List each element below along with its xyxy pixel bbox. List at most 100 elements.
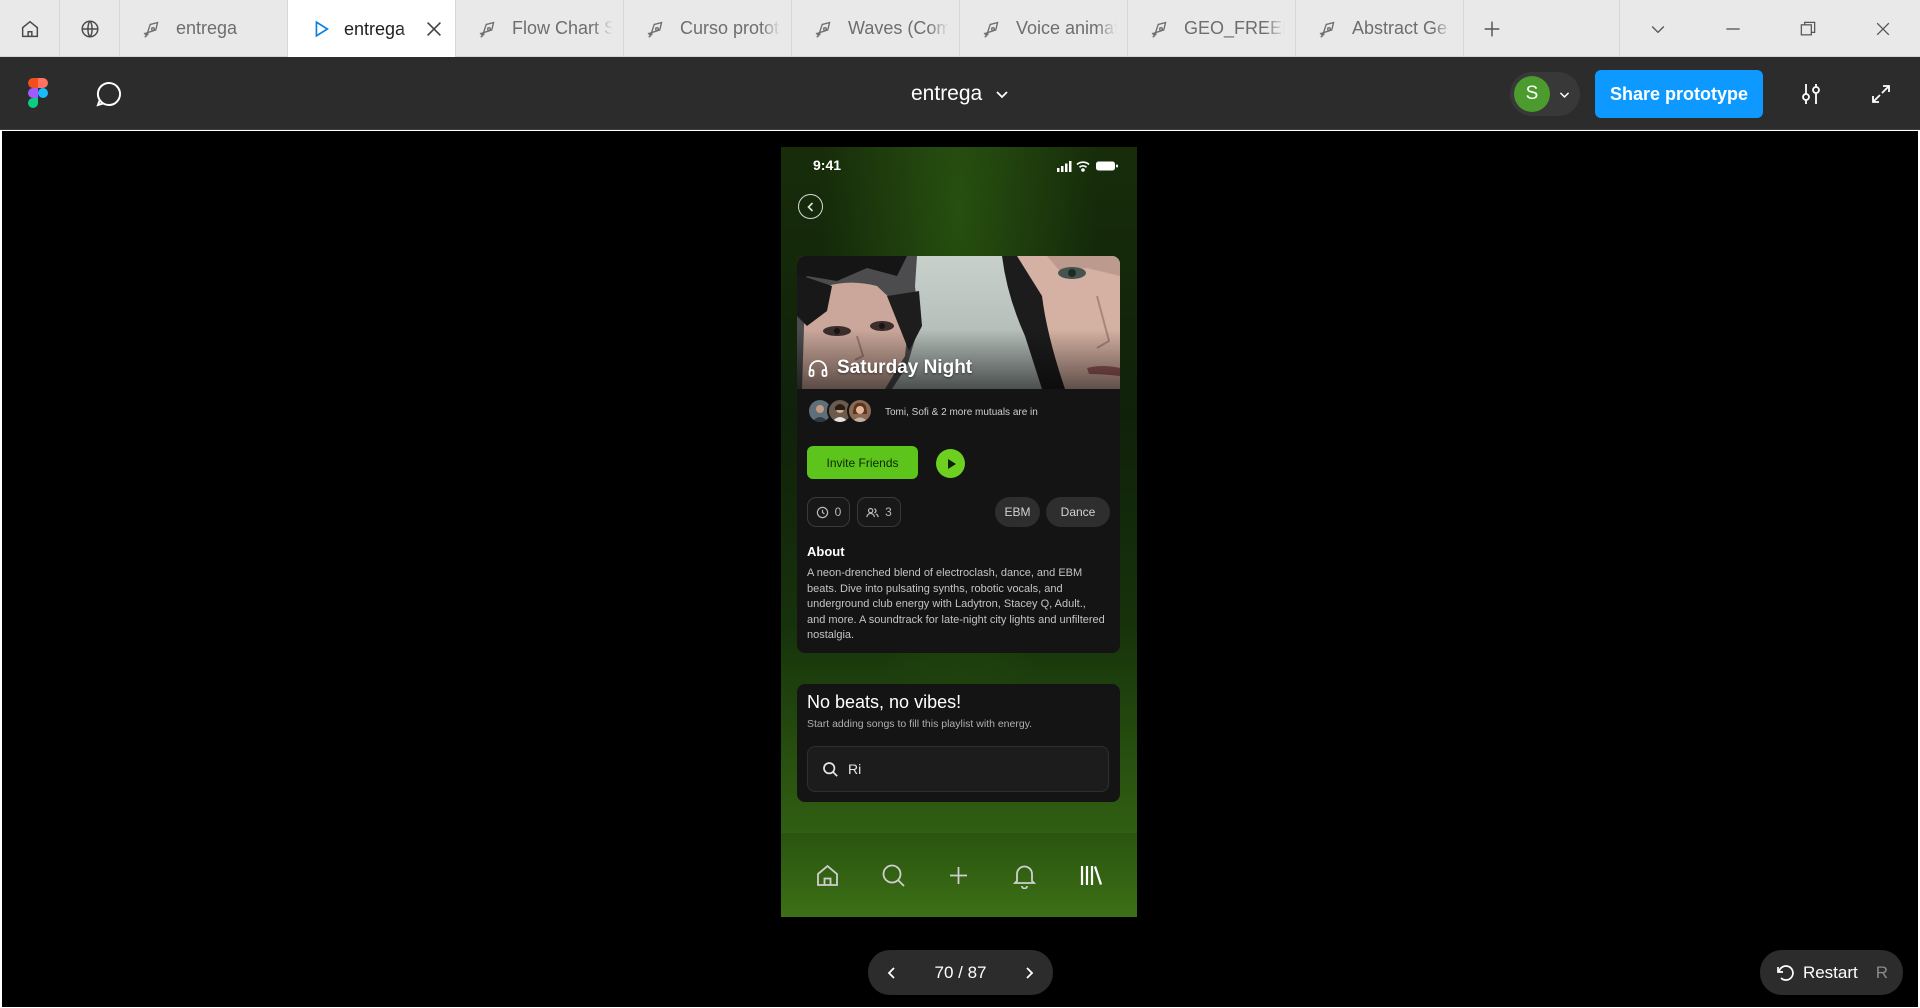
- tab-label: GEO_FREEBI: [1184, 18, 1285, 38]
- mutuals-text: Tomi, Sofi & 2 more mutuals are in: [885, 407, 1038, 418]
- close-window-button[interactable]: [1845, 0, 1920, 57]
- home-tab-button[interactable]: [0, 0, 60, 57]
- chevron-right-icon[interactable]: [1021, 965, 1037, 981]
- page-indicator: 70 / 87: [934, 962, 987, 982]
- search-icon: [882, 864, 905, 887]
- avatar: [847, 398, 873, 424]
- share-prototype-button[interactable]: Share prototype: [1595, 70, 1763, 118]
- restart-icon: [1777, 964, 1794, 981]
- minimize-icon: [1725, 27, 1740, 30]
- tab-label: Voice animat: [1016, 18, 1117, 38]
- duration-count: 0: [834, 505, 842, 519]
- chevron-left-icon: [806, 201, 813, 212]
- user-menu[interactable]: S: [1510, 72, 1580, 116]
- playlist-title: Saturday Night: [837, 357, 973, 378]
- restart-button[interactable]: Restart R: [1760, 950, 1903, 995]
- tab-flow-chart[interactable]: Flow Chart S: [456, 0, 624, 57]
- headphones-icon: [808, 360, 828, 377]
- tab-entrega-design[interactable]: entrega: [120, 0, 288, 57]
- play-button[interactable]: [936, 449, 965, 478]
- pen-tool-icon: [1319, 21, 1335, 38]
- playlist-title-row: Saturday Night: [807, 357, 972, 379]
- tag-chip[interactable]: Dance: [1046, 497, 1110, 527]
- mutual-avatars[interactable]: [807, 398, 873, 424]
- restore-button[interactable]: [1770, 0, 1845, 57]
- tab-label: entrega: [344, 18, 406, 39]
- file-title-menu[interactable]: entrega: [911, 78, 1010, 110]
- play-icon: [947, 458, 956, 469]
- library-icon: [1080, 865, 1102, 885]
- tab-label: Waves (Com: [848, 18, 949, 38]
- expand-icon[interactable]: [1870, 83, 1892, 105]
- plus-icon: [1484, 21, 1500, 36]
- nav-notifications[interactable]: [1010, 860, 1040, 890]
- nav-search[interactable]: [878, 860, 908, 890]
- pen-tool-icon: [815, 21, 831, 38]
- tab-list-button[interactable]: [1620, 0, 1695, 57]
- chevron-left-icon[interactable]: [884, 965, 900, 981]
- search-icon: [823, 761, 838, 777]
- tab-label: Flow Chart S: [512, 18, 613, 38]
- comment-icon[interactable]: [95, 80, 123, 108]
- tab-label: Abstract Ge: [1352, 18, 1448, 38]
- figma-logo-icon[interactable]: [28, 78, 48, 108]
- new-tab-button[interactable]: [1464, 0, 1520, 57]
- wifi-icon: [1076, 161, 1090, 172]
- play-icon: [315, 20, 329, 38]
- back-button[interactable]: [798, 194, 823, 219]
- pen-tool-icon: [479, 21, 495, 38]
- home-icon: [817, 864, 839, 886]
- pen-tool-icon: [143, 21, 159, 38]
- tab-entrega-prototype[interactable]: entrega: [288, 0, 456, 58]
- tab-label: entrega: [176, 18, 238, 38]
- minimize-button[interactable]: [1695, 0, 1770, 57]
- duration-chip: 0: [807, 497, 850, 527]
- members-chip: 3: [857, 497, 901, 527]
- chevron-down-icon: [1651, 25, 1664, 33]
- status-icons: [1057, 161, 1118, 172]
- restart-shortcut: R: [1875, 962, 1889, 982]
- empty-state-heading: No beats, no vibes!: [807, 692, 962, 712]
- invite-friends-button[interactable]: Invite Friends: [807, 446, 918, 479]
- about-heading: About: [807, 544, 845, 559]
- tab-curso-prototipo[interactable]: Curso protot: [624, 0, 792, 57]
- song-search-input[interactable]: [848, 761, 1088, 777]
- settings-sliders-icon[interactable]: [1798, 81, 1824, 107]
- playlist-card: Saturday Night Tomi, Sofi & 2 more mutua…: [797, 256, 1120, 653]
- tab-abstract-geo[interactable]: Abstract Ge: [1296, 0, 1464, 57]
- empty-state-card: No beats, no vibes! Start adding songs t…: [797, 684, 1120, 802]
- browser-tab-bar: entrega entrega Flow Chart S Curso proto…: [0, 0, 1920, 58]
- frame-pager: 70 / 87: [868, 950, 1053, 995]
- globe-icon: [80, 19, 99, 38]
- pen-tool-icon: [647, 21, 663, 38]
- tab-label: Curso protot: [680, 18, 780, 38]
- nav-add[interactable]: [944, 860, 974, 890]
- close-icon: [1876, 22, 1889, 35]
- member-count: 3: [885, 505, 892, 519]
- playlist-cover-image: Saturday Night: [797, 256, 1120, 389]
- restore-window-icon: [1800, 21, 1815, 35]
- nav-home[interactable]: [813, 860, 843, 890]
- phone-screen: 9:41 Saturday Night Tomi, Sofi & 2 more …: [781, 147, 1137, 917]
- chevron-down-icon: [996, 91, 1008, 99]
- empty-state-subtext: Start adding songs to fill this playlist…: [807, 718, 1033, 730]
- plus-icon: [950, 866, 968, 884]
- status-time: 9:41: [813, 157, 842, 173]
- tab-waves[interactable]: Waves (Com: [792, 0, 960, 57]
- community-tab-button[interactable]: [60, 0, 120, 57]
- tab-voice-animation[interactable]: Voice animat: [960, 0, 1128, 57]
- bottom-nav: [781, 833, 1137, 917]
- avatar: S: [1514, 76, 1550, 112]
- close-tab-icon[interactable]: [423, 18, 445, 40]
- about-text: A neon-drenched blend of electroclash, d…: [807, 567, 1105, 641]
- song-search-field[interactable]: [807, 746, 1109, 792]
- file-title: entrega: [911, 82, 983, 105]
- tag-chip[interactable]: EBM: [995, 497, 1040, 527]
- nav-library[interactable]: [1075, 860, 1105, 890]
- tab-strip-spacer: [1520, 0, 1620, 56]
- signal-icon: [1057, 161, 1072, 172]
- tab-geo-freebie[interactable]: GEO_FREEBI: [1128, 0, 1296, 57]
- battery-icon: [1096, 161, 1118, 171]
- restart-label: Restart: [1802, 962, 1858, 982]
- bell-icon: [1012, 865, 1037, 889]
